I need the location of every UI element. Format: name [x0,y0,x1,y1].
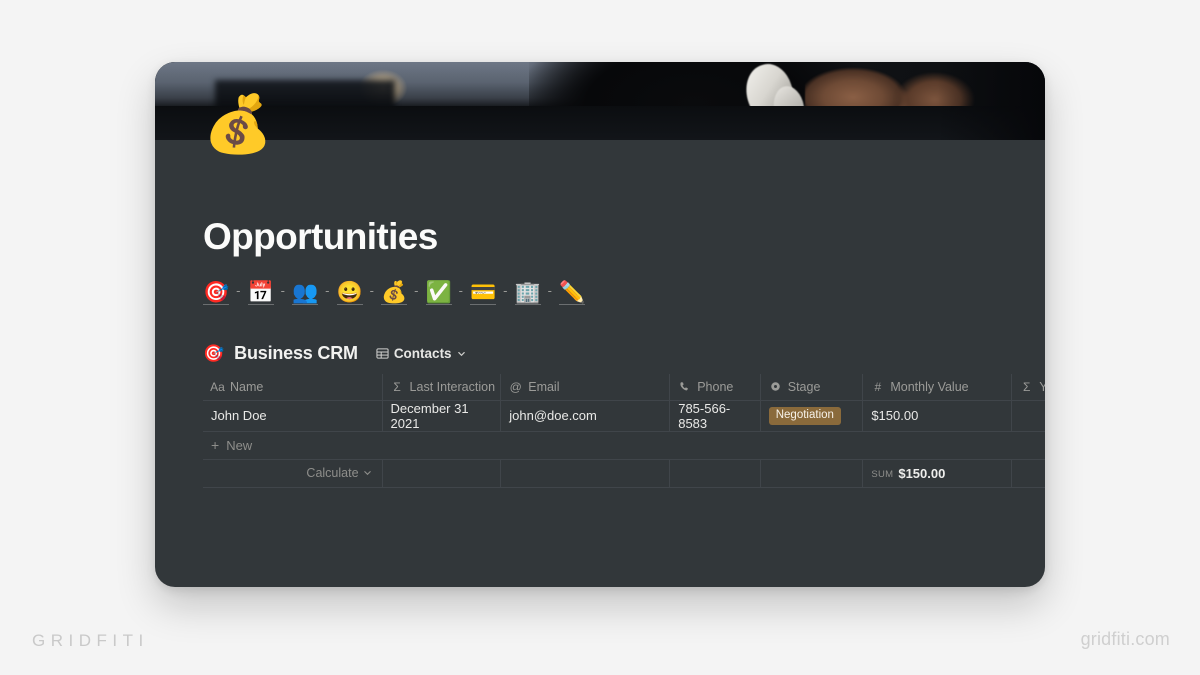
cell-last-interaction[interactable]: December 31 2021 [382,400,502,432]
table-row[interactable]: John Doe December 31 2021 john@doe.com 7… [203,400,1045,432]
money-bag-emoji[interactable]: 💰 [203,96,273,152]
footer-last-interaction[interactable] [382,459,502,488]
gridfiti-url-watermark: gridfiti.com [1080,629,1170,649]
database-table: Aa Name Σ Last Interaction @ Email Phone… [203,374,1045,488]
nav-separator: - [458,283,463,298]
new-row-label: New [226,437,253,453]
target-emoji-link[interactable]: 🎯 [203,282,230,305]
column-label: Name [230,379,264,394]
column-label: Yearl [1039,379,1045,394]
column-label: Email [528,379,560,394]
sum-value: $150.00 [898,465,946,481]
check-mark-emoji-link[interactable]: ✅ [425,282,452,305]
nav-separator: - [503,283,508,298]
nav-separator: - [325,283,330,298]
column-header-last-interaction[interactable]: Σ Last Interaction [382,374,502,401]
column-header-name[interactable]: Aa Name [203,374,383,401]
number-icon: # [874,379,882,394]
calculate-button[interactable]: Calculate [306,466,373,480]
chevron-down-icon [457,349,466,358]
status-badge: Negotiation [768,407,841,425]
footer-email[interactable] [500,459,671,488]
page-body: Opportunities 🎯 - 📅 - 👥 - 😀 - 💰 - ✅ - 💳 … [155,216,1045,488]
column-header-monthly-value[interactable]: # Monthly Value [862,374,1013,401]
office-building-emoji-link[interactable]: 🏢 [514,282,541,305]
column-header-yearly-value[interactable]: Σ Yearl [1011,374,1045,401]
column-header-stage[interactable]: Stage [760,374,864,401]
cell-phone[interactable]: 785-566-8583 [669,400,761,432]
cell-yearly-value[interactable] [1011,400,1045,432]
money-bag-emoji-link[interactable]: 💰 [381,282,408,305]
table-footer-row: Calculate SUM $150.00 [203,459,1045,488]
plus-icon: + [211,437,220,453]
title-text-icon: Aa [210,379,225,394]
database-view-label: Contacts [393,346,452,361]
footer-stage[interactable] [760,459,864,488]
database-title[interactable]: Business CRM [234,343,358,364]
column-header-phone[interactable]: Phone [669,374,761,401]
nav-separator: - [280,283,285,298]
database-table-wrapper: Aa Name Σ Last Interaction @ Email Phone… [203,374,1045,488]
nav-separator: - [236,283,241,298]
credit-card-emoji-link[interactable]: 💳 [470,282,497,305]
pencil-emoji-link[interactable]: ✏️ [559,282,586,305]
nav-separator: - [414,283,419,298]
new-row[interactable]: + New [203,431,1045,460]
footer-name-calculate[interactable]: Calculate [203,459,383,488]
column-label: Monthly Value [890,379,969,394]
gridfiti-brand-watermark: GRIDFITI [32,631,149,650]
column-label: Stage [787,379,821,394]
footer-monthly-value-sum[interactable]: SUM $150.00 [862,459,1013,488]
cell-stage[interactable]: Negotiation [760,400,864,432]
calculate-label: Calculate [306,466,359,480]
nav-separator: - [369,283,374,298]
column-header-email[interactable]: @ Email [500,374,671,401]
footer-phone[interactable] [669,459,761,488]
email-icon: @ [509,379,522,394]
people-emoji-link[interactable]: 👥 [292,282,319,305]
phone-icon [678,381,691,392]
notion-page-card: 💰 Opportunities 🎯 - 📅 - 👥 - 😀 - 💰 - ✅ - … [155,62,1045,587]
column-label: Last Interaction [409,379,496,394]
table-view-icon [376,347,389,360]
cell-monthly-value[interactable]: $150.00 [862,400,1013,432]
cell-email[interactable]: john@doe.com [500,400,671,432]
emoji-nav-row: 🎯 - 📅 - 👥 - 😀 - 💰 - ✅ - 💳 - 🏢 - ✏️ [203,282,997,305]
table-header-row: Aa Name Σ Last Interaction @ Email Phone… [203,374,1045,401]
target-icon: 🎯 [203,344,225,363]
column-label: Phone [697,379,734,394]
database-view-selector[interactable]: Contacts [376,346,466,361]
page-title: Opportunities [203,216,438,257]
select-icon [769,381,782,392]
smiley-emoji-link[interactable]: 😀 [336,282,363,305]
database-header: 🎯 Business CRM Contacts [203,343,997,364]
chevron-down-icon [363,466,372,480]
new-row-button[interactable]: + New [203,431,1045,460]
calendar-emoji-link[interactable]: 📅 [247,282,274,305]
formula-icon: Σ [1022,379,1031,394]
formula-icon: Σ [393,379,401,394]
page-cover-image[interactable] [155,62,1045,140]
cover-photo-art [155,62,1045,140]
footer-yearly-value[interactable] [1011,459,1045,488]
nav-separator: - [547,283,552,298]
sum-label: SUM [871,468,894,480]
cell-name[interactable]: John Doe [203,400,383,432]
